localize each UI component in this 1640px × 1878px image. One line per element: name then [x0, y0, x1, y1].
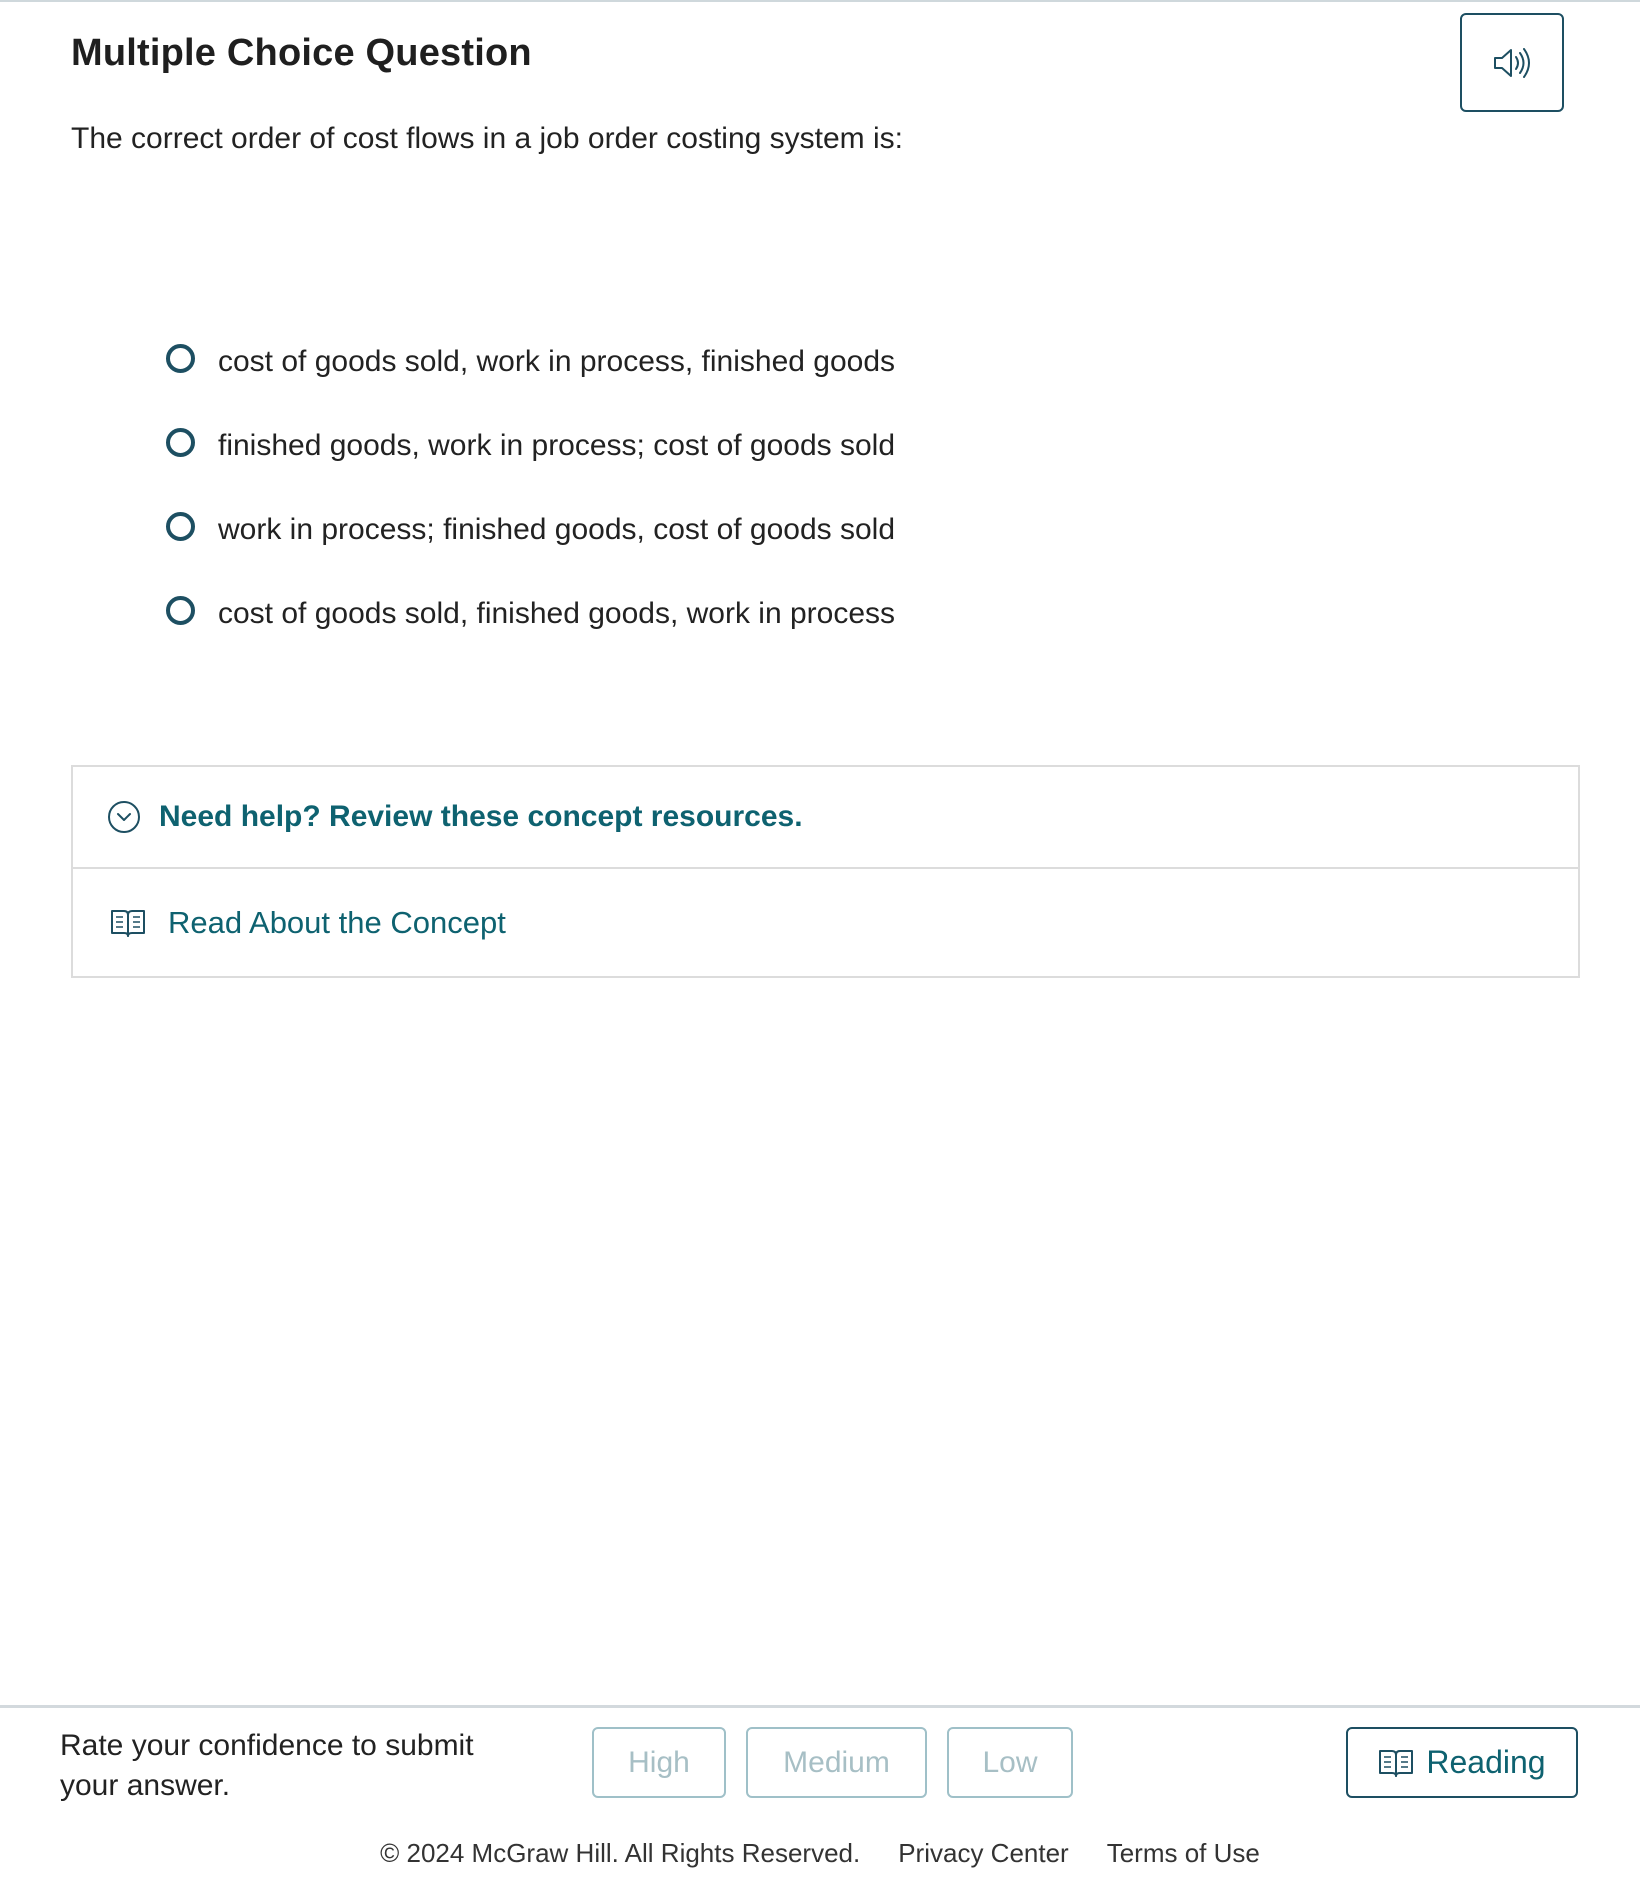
answer-option[interactable]: work in process; finished goods, cost of…: [166, 488, 895, 572]
confidence-low-button[interactable]: Low: [947, 1727, 1073, 1798]
read-aloud-button[interactable]: [1460, 13, 1564, 112]
top-divider: [0, 0, 1640, 2]
privacy-center-link[interactable]: Privacy Center: [898, 1838, 1069, 1878]
confidence-medium-button[interactable]: Medium: [746, 1727, 927, 1798]
answer-option[interactable]: finished goods, work in process; cost of…: [166, 404, 895, 488]
confidence-prompt: Rate your confidence to submit your answ…: [60, 1729, 474, 1802]
book-icon: [1379, 1749, 1414, 1777]
answer-option[interactable]: cost of goods sold, finished goods, work…: [166, 572, 895, 656]
radio-button[interactable]: [166, 343, 195, 373]
answer-option-label: cost of goods sold, work in process, fin…: [218, 345, 896, 378]
read-about-concept-link[interactable]: Read About the Concept: [168, 905, 506, 941]
read-about-concept-row: Read About the Concept: [73, 869, 1578, 976]
answer-option-label: cost of goods sold, finished goods, work…: [218, 597, 896, 630]
reading-button-label: Reading: [1426, 1744, 1546, 1780]
speaker-icon: [1494, 47, 1530, 78]
copyright-text: © 2024 McGraw Hill. All Rights Reserved.: [380, 1838, 861, 1868]
book-icon: [111, 909, 145, 937]
concept-resources-panel: Need help? Review these concept resource…: [71, 765, 1580, 978]
answer-option[interactable]: cost of goods sold, work in process, fin…: [166, 320, 895, 404]
question-stem: The correct order of cost flows in a job…: [71, 122, 903, 155]
terms-of-use-link[interactable]: Terms of Use: [1107, 1838, 1260, 1878]
concept-resources-toggle[interactable]: Need help? Review these concept resource…: [73, 767, 1578, 869]
radio-button[interactable]: [166, 511, 195, 541]
concept-resources-title: Need help? Review these concept resource…: [159, 800, 803, 833]
confidence-high-button[interactable]: High: [592, 1727, 726, 1798]
page-footer: © 2024 McGraw Hill. All Rights Reserved.…: [0, 1838, 1640, 1878]
answer-option-label: finished goods, work in process; cost of…: [218, 429, 896, 462]
reading-button[interactable]: Reading: [1346, 1727, 1578, 1798]
question-type-title: Multiple Choice Question: [71, 32, 532, 74]
answer-option-label: work in process; finished goods, cost of…: [218, 513, 896, 546]
answer-options: cost of goods sold, work in process, fin…: [166, 320, 895, 656]
radio-button[interactable]: [166, 427, 195, 457]
confidence-bar: Rate your confidence to submit your answ…: [0, 1705, 1640, 1857]
chevron-down-circle-icon: [108, 801, 140, 833]
radio-button[interactable]: [166, 595, 195, 625]
